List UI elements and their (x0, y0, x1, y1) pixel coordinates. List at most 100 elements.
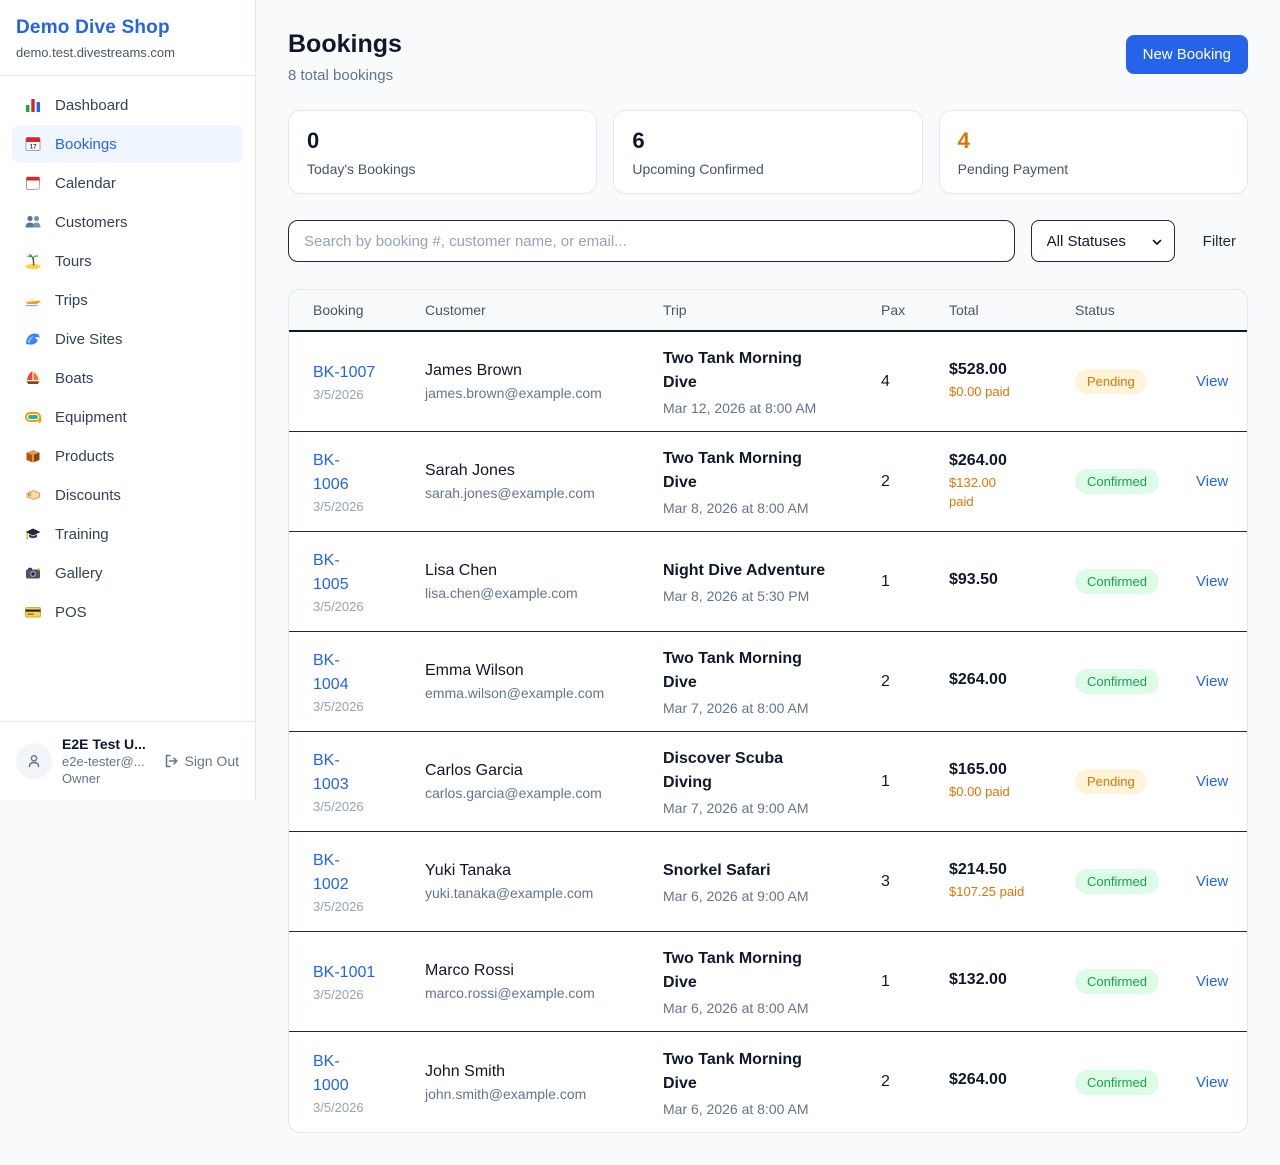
sign-out-button[interactable]: Sign Out (163, 753, 239, 769)
brand[interactable]: Demo Dive Shop demo.test.divestreams.com (0, 0, 255, 76)
brand-name: Demo Dive Shop (16, 17, 239, 39)
sidebar-item-label: Dive Sites (55, 331, 123, 348)
table-row: BK- 10053/5/2026 Lisa Chenlisa.chen@exam… (289, 532, 1247, 632)
page-title: Bookings (288, 30, 402, 59)
sailboat-icon (24, 369, 42, 387)
speedboat-icon (24, 291, 42, 309)
table-row: BK- 10033/5/2026 Carlos Garciacarlos.gar… (289, 732, 1247, 832)
view-link[interactable]: View (1196, 773, 1228, 790)
status-badge: Pending (1075, 369, 1147, 394)
sidebar-item-calendar[interactable]: Calendar (12, 164, 243, 202)
sidebar-item-discounts[interactable]: Discounts (12, 476, 243, 514)
booking-date: 3/5/2026 (313, 499, 425, 514)
sidebar-item-label: Discounts (55, 487, 121, 504)
booking-date: 3/5/2026 (313, 987, 425, 1002)
customer-name: Sarah Jones (425, 462, 663, 480)
column-header-trip: Trip (663, 302, 881, 318)
booking-id-link[interactable]: BK- 1004 (313, 649, 425, 697)
booking-id-link[interactable]: BK- 1006 (313, 449, 425, 497)
sidebar-item-dashboard[interactable]: Dashboard (12, 86, 243, 124)
total-amount: $528.00 (949, 361, 1075, 379)
booking-date: 3/5/2026 (313, 1100, 425, 1115)
trip-name: Two Tank Morning Dive (663, 347, 881, 395)
status-badge: Confirmed (1075, 469, 1159, 494)
booking-id-link[interactable]: BK- 1003 (313, 749, 425, 797)
stat-label: Pending Payment (958, 161, 1229, 177)
filter-button[interactable]: Filter (1191, 233, 1248, 250)
trip-name: Snorkel Safari (663, 859, 881, 883)
sidebar-item-tours[interactable]: Tours (12, 242, 243, 280)
column-header-booking: Booking (313, 302, 425, 318)
status-select-control[interactable]: All Statuses (1032, 221, 1174, 261)
search-input[interactable] (288, 220, 1015, 262)
trip-name: Discover Scuba Diving (663, 747, 881, 795)
status-badge: Confirmed (1075, 669, 1159, 694)
view-link[interactable]: View (1196, 973, 1228, 990)
customer-email: yuki.tanaka@example.com (425, 885, 663, 901)
sidebar-item-trips[interactable]: Trips (12, 281, 243, 319)
page-title-block: Bookings 8 total bookings (288, 30, 402, 84)
sidebar-item-boats[interactable]: Boats (12, 359, 243, 397)
people-icon (24, 213, 42, 231)
sidebar-item-label: Training (55, 526, 109, 543)
sidebar-item-customers[interactable]: Customers (12, 203, 243, 241)
paid-amount: $0.00 paid (949, 383, 1075, 402)
booking-id-link[interactable]: BK-1001 (313, 961, 425, 985)
sidebar-item-pos[interactable]: POS (12, 593, 243, 631)
sidebar-item-dive-sites[interactable]: Dive Sites (12, 320, 243, 358)
stat-label: Upcoming Confirmed (632, 161, 903, 177)
sidebar-item-products[interactable]: Products (12, 437, 243, 475)
package-icon (24, 447, 42, 465)
customer-name: James Brown (425, 362, 663, 380)
svg-text:17: 17 (29, 144, 37, 151)
view-link[interactable]: View (1196, 573, 1228, 590)
view-link[interactable]: View (1196, 373, 1228, 390)
view-link[interactable]: View (1196, 473, 1228, 490)
trip-name: Two Tank Morning Dive (663, 1048, 881, 1096)
sidebar-item-label: Bookings (55, 136, 117, 153)
user-role: Owner (62, 771, 153, 786)
tear-off-calendar-icon (24, 174, 42, 192)
person-icon (25, 752, 43, 770)
customer-name: Carlos Garcia (425, 762, 663, 780)
total-amount: $214.50 (949, 861, 1075, 879)
status-badge: Confirmed (1075, 1070, 1159, 1095)
sidebar-item-gallery[interactable]: Gallery (12, 554, 243, 592)
booking-id-link[interactable]: BK- 1002 (313, 849, 425, 897)
view-link[interactable]: View (1196, 673, 1228, 690)
new-booking-button[interactable]: New Booking (1126, 35, 1248, 74)
grad-cap-icon (24, 525, 42, 543)
bookings-table: Booking Customer Trip Pax Total Status B… (288, 289, 1248, 1133)
sidebar-item-label: Customers (55, 214, 128, 231)
booking-id-link[interactable]: BK- 1005 (313, 549, 425, 597)
trip-time: Mar 12, 2026 at 8:00 AM (663, 400, 881, 416)
sidebar-item-bookings[interactable]: 17 Bookings (12, 125, 243, 163)
sidebar-item-training[interactable]: Training (12, 515, 243, 553)
view-link[interactable]: View (1196, 873, 1228, 890)
customer-name: Emma Wilson (425, 662, 663, 680)
sidebar-item-label: Dashboard (55, 97, 128, 114)
sidebar-item-equipment[interactable]: Equipment (12, 398, 243, 436)
total-amount: $264.00 (949, 452, 1075, 470)
pax-count: 2 (881, 473, 949, 491)
page-subtitle: 8 total bookings (288, 67, 402, 84)
booking-id-link[interactable]: BK- 1000 (313, 1050, 425, 1098)
trip-name: Night Dive Adventure (663, 559, 881, 583)
stat-value: 0 (307, 128, 578, 154)
credit-card-icon (24, 603, 42, 621)
column-header-pax: Pax (881, 302, 949, 318)
user-email: e2e-tester@... (62, 754, 153, 769)
customer-email: emma.wilson@example.com (425, 685, 663, 701)
user-panel: E2E Test U... e2e-tester@... Owner Sign … (0, 721, 255, 800)
sidebar-item-label: Products (55, 448, 114, 465)
status-select[interactable]: All Statuses (1031, 220, 1175, 262)
dive-mask-icon (24, 408, 42, 426)
trip-name: Two Tank Morning Dive (663, 647, 881, 695)
customer-email: carlos.garcia@example.com (425, 785, 663, 801)
booking-id-link[interactable]: BK-1007 (313, 361, 425, 385)
island-icon (24, 252, 42, 270)
view-link[interactable]: View (1196, 1074, 1228, 1091)
trip-time: Mar 8, 2026 at 5:30 PM (663, 588, 881, 604)
pax-count: 1 (881, 573, 949, 591)
brand-domain: demo.test.divestreams.com (16, 45, 239, 60)
